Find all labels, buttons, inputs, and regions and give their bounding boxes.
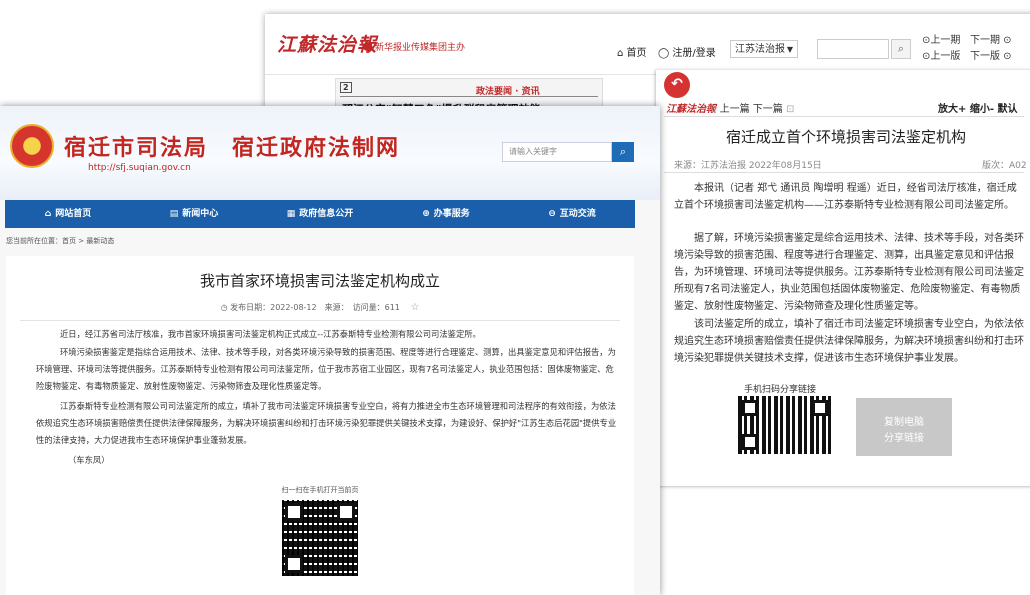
article-paragraph: 江苏泰斯特专业检测有限公司司法鉴定所的成立，填补了我市司法鉴定环境损害专业空白，…	[36, 401, 617, 445]
panel-divider	[664, 116, 1024, 117]
article-author: （车东凤）	[68, 455, 110, 465]
prev-page-label: 上一版	[930, 51, 961, 62]
list-icon: ▦	[286, 209, 296, 219]
scan-qr-label: 扫一扫在手机打开当前页	[281, 486, 359, 494]
copy-share-link-button[interactable]: 复制电脑 分享链接	[856, 398, 952, 456]
prev-next-label: 上一篇 下一篇	[719, 104, 783, 115]
breadcrumb[interactable]: 您当前所在位置：首页 > 最新动态	[6, 236, 114, 246]
share-qr-label: 手机扫码分享链接	[744, 385, 817, 395]
jsfzb-search-input[interactable]	[817, 39, 889, 59]
menu-item-home[interactable]: ⌂ 网站首页	[5, 200, 131, 228]
nav-home[interactable]: ⌂ 首页	[617, 44, 647, 59]
menu-item-interaction[interactable]: ⊖ 互动交流	[509, 200, 635, 228]
jsfzb-logo[interactable]: 江蘇法治報	[277, 30, 377, 57]
next-page-label: 下一版	[970, 51, 1000, 62]
user-icon: ◯	[658, 48, 670, 59]
site-url: http://sfj.suqian.gov.cn	[88, 163, 191, 173]
clock-icon: ◷	[220, 303, 231, 312]
prev-issue-label: 上一期	[930, 35, 961, 46]
back-arrow-icon[interactable]: ↶	[664, 72, 690, 98]
jsfzb-article-panel: ↶ 江蘇法治報 ⊡ 上一篇 下一篇 ⊡ 放大+ 缩小- 默认 宿迁成立首个环境损…	[656, 70, 1030, 486]
article-meta: ◷ 发布日期：2022-08-12 来源： 访问量：611 ☆	[6, 302, 634, 313]
prev-next-article-links[interactable]: ⊡ 上一篇 下一篇 ⊡	[708, 100, 794, 115]
zoom-controls[interactable]: 放大+ 缩小- 默认	[938, 100, 1018, 115]
menu-item-services[interactable]: ⊕ 办事服务	[383, 200, 509, 228]
jsfzb-logo-sub: 新华报业传媒集团主办	[363, 40, 465, 53]
menu-item-label: 网站首页	[55, 209, 92, 219]
panel-article-title: 宿迁成立首个环境损害司法鉴定机构	[725, 128, 966, 146]
copy-btn-line2: 分享链接	[884, 433, 924, 444]
search-icon[interactable]: ⌕	[612, 142, 634, 162]
home-icon: ⌂	[44, 209, 52, 219]
share-qr-code	[738, 396, 832, 454]
home-icon: ⌂	[617, 48, 624, 59]
panel-paragraph: 据了解，环境污染损害鉴定是综合运用技术、法律、技术等手段，对各类环境污染导致的损…	[674, 233, 1024, 312]
jsfzb-header: 江蘇法治報 新华报业传媒集团主办 ⌂ 首页 ◯ 注册/登录 江苏法治报 ▼ ⌕ …	[265, 14, 1030, 75]
search-icon[interactable]: ⌕	[891, 39, 911, 59]
menu-item-label: 办事服务	[433, 209, 470, 219]
edition-select-value: 江苏法治报	[735, 44, 785, 55]
site-banner: 宿迁市司法局 宿迁政府法制网 http://sfj.suqian.gov.cn …	[0, 106, 660, 200]
site-search-input[interactable]: 请输入关键字	[502, 142, 612, 162]
panel-source: 来源：江苏法治报 2022年08月15日	[674, 161, 822, 171]
menu-item-news[interactable]: ▤ 新闻中心	[131, 200, 257, 228]
nav-home-label: 首页	[626, 48, 647, 59]
square-icon: ⊡	[708, 104, 717, 115]
article-title: 我市首家环境损害司法鉴定机构成立	[199, 272, 440, 290]
star-icon[interactable]: ☆	[410, 302, 419, 313]
chevron-down-icon: ▼	[786, 45, 793, 54]
site-title[interactable]: 宿迁市司法局 宿迁政府法制网	[64, 130, 400, 162]
title-divider	[20, 320, 620, 321]
sqsfj-window: 宿迁市司法局 宿迁政府法制网 http://sfj.suqian.gov.cn …	[0, 106, 660, 595]
menu-item-label: 新闻中心	[182, 209, 219, 219]
newspaper-page-number: 2	[340, 82, 352, 93]
prev-page-link[interactable]: ⊙上一版	[922, 50, 960, 63]
panel-paragraph: 本报讯（记者 郑弋 通讯员 陶增明 程遥）近日，经省司法厅核准，宿迁成立首个环境…	[674, 183, 1017, 211]
menu-item-label: 互动交流	[559, 209, 596, 219]
menu-item-label: 政府信息公开	[299, 209, 354, 219]
copy-btn-line1: 复制电脑	[884, 417, 924, 428]
globe-icon: ⊕	[422, 209, 430, 219]
article-paragraph: 近日，经江苏省司法厅核准，我市首家环境损害司法鉴定机构正式成立--江苏泰斯特专业…	[60, 329, 481, 339]
next-issue-link[interactable]: 下一期 ⊙	[970, 34, 1012, 47]
page-qr-code	[282, 500, 358, 576]
document-icon: ▤	[169, 209, 179, 219]
national-emblem-icon	[10, 124, 54, 168]
square-icon: ⊡	[785, 104, 795, 115]
menu-item-gov-info[interactable]: ▦ 政府信息公开	[257, 200, 383, 228]
article-meta-text: 发布日期：2022-08-12 来源： 访问量：611	[230, 303, 400, 312]
panel-edition: 版次：A02	[982, 161, 1027, 171]
main-menu: ⌂ 网站首页 ▤ 新闻中心 ▦ 政府信息公开 ⊕ 办事服务 ⊖ 互动交流	[5, 200, 635, 228]
next-page-link[interactable]: 下一版 ⊙	[970, 50, 1012, 63]
panel-paragraph: 该司法鉴定所的成立，填补了宿迁市司法鉴定环境损害专业空白，为依法依规追究生态环境…	[674, 319, 1024, 364]
next-issue-label: 下一期	[970, 35, 1000, 46]
chat-icon: ⊖	[548, 209, 556, 219]
edition-select[interactable]: 江苏法治报 ▼	[730, 40, 798, 58]
article-card: 我市首家环境损害司法鉴定机构成立 ◷ 发布日期：2022-08-12 来源： 访…	[6, 256, 634, 595]
nav-login-label: 注册/登录	[672, 48, 716, 59]
article-paragraph: 环境污染损害鉴定是指综合运用技术、法律、技术等手段，对各类环境污染导致的损害范围…	[36, 347, 616, 391]
prev-issue-link[interactable]: ⊙上一期	[922, 34, 960, 47]
panel-divider	[664, 172, 1024, 173]
newspaper-rule	[340, 96, 598, 97]
nav-login[interactable]: ◯ 注册/登录	[658, 44, 716, 59]
